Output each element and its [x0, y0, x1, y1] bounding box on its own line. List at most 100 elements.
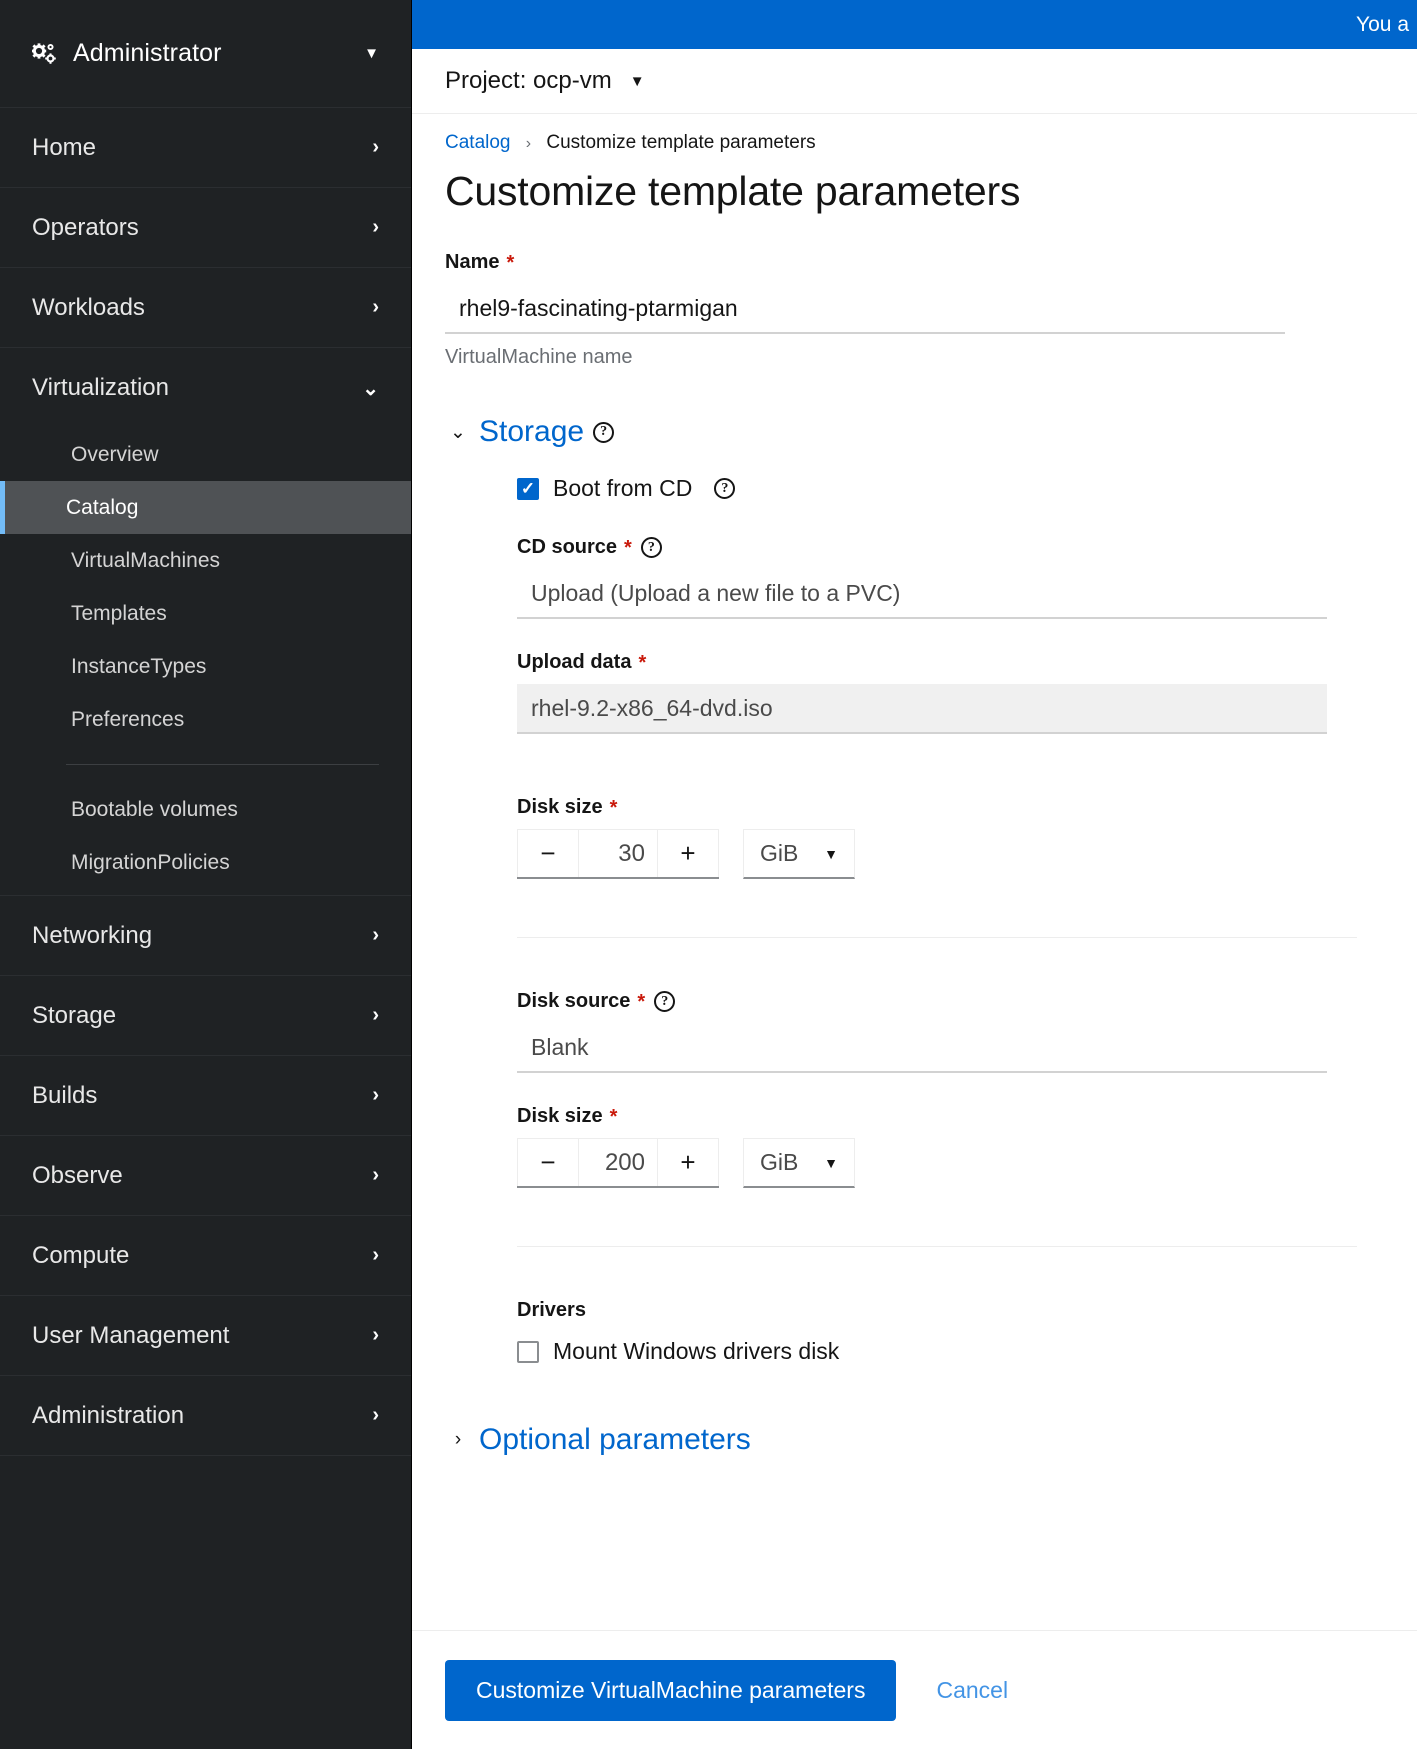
sidebar-item-workloads[interactable]: Workloads ›	[0, 268, 411, 348]
sidebar-item-compute[interactable]: Compute ›	[0, 1216, 411, 1296]
chevron-right-icon: ›	[372, 1404, 379, 1426]
cd-source-select[interactable]: Upload (Upload a new file to a PVC)	[517, 569, 1327, 619]
help-icon[interactable]: ?	[714, 478, 736, 499]
optional-parameters-header[interactable]: › Optional parameters	[445, 1423, 1417, 1457]
disk-size-label-text: Disk size	[517, 1105, 603, 1127]
perspective-switcher[interactable]: Administrator ▼	[0, 0, 411, 108]
chevron-right-icon: ›	[372, 1324, 379, 1346]
chevron-right-icon: ›	[372, 924, 379, 946]
sidebar-item-observe[interactable]: Observe ›	[0, 1136, 411, 1216]
sidebar-item-instancetypes[interactable]: InstanceTypes	[0, 640, 411, 693]
sidebar-item-overview[interactable]: Overview	[0, 428, 411, 481]
storage-section-title[interactable]: Storage	[479, 415, 584, 449]
breadcrumb: Catalog › Customize template parameters	[445, 132, 1417, 154]
name-input[interactable]	[445, 284, 1285, 334]
required-marker: *	[624, 536, 632, 559]
sidebar-item-virtualization[interactable]: Virtualization ⌄	[0, 348, 411, 428]
alert-banner[interactable]: You a	[412, 0, 1417, 49]
upload-data-value[interactable]: rhel-9.2-x86_64-dvd.iso	[517, 684, 1327, 734]
boot-from-cd-checkbox[interactable]	[517, 477, 539, 500]
help-icon[interactable]: ?	[640, 537, 662, 558]
breadcrumb-link-catalog[interactable]: Catalog	[445, 132, 511, 153]
sidebar-item-user-management[interactable]: User Management ›	[0, 1296, 411, 1376]
disk-source-select[interactable]: Blank	[517, 1023, 1327, 1073]
mount-windows-drivers-row[interactable]: Mount Windows drivers disk	[517, 1338, 1417, 1365]
sidebar-item-home[interactable]: Home ›	[0, 108, 411, 188]
sidebar-item-templates[interactable]: Templates	[0, 587, 411, 640]
project-selector[interactable]: Project: ocp-vm ▼	[412, 49, 1417, 114]
sidebar-subitem-label: MigrationPolicies	[71, 850, 230, 874]
sidebar: Administrator ▼ Home › Operators › Workl…	[0, 0, 412, 1749]
disk-size-value[interactable]: 200	[579, 1138, 657, 1186]
boot-from-cd-row[interactable]: Boot from CD ?	[517, 475, 1417, 502]
page-content: Catalog › Customize template parameters …	[412, 114, 1417, 1457]
cd-disk-size-value[interactable]: 30	[579, 829, 657, 877]
cancel-button[interactable]: Cancel	[936, 1677, 1008, 1704]
sidebar-item-migrationpolicies[interactable]: MigrationPolicies	[0, 836, 411, 889]
disk-size-unit-select[interactable]: GiB ▼	[743, 1138, 855, 1188]
breadcrumb-separator: ›	[525, 135, 532, 152]
chevron-right-icon: ›	[372, 136, 379, 158]
cd-disk-size-stepper-row: − 30 + GiB ▼	[517, 829, 1417, 879]
cd-disk-size-stepper: − 30 +	[517, 829, 719, 879]
main-content: You a Project: ocp-vm ▼ Catalog › Custom…	[412, 0, 1417, 1749]
sidebar-item-operators[interactable]: Operators ›	[0, 188, 411, 268]
perspective-label: Administrator	[73, 39, 222, 67]
disk-size-increment-button[interactable]: +	[657, 1138, 719, 1186]
chevron-down-icon[interactable]: ⌄	[445, 421, 471, 444]
disk-size-stepper: − 200 +	[517, 1138, 719, 1188]
disk-size-label: Disk size *	[517, 1105, 1417, 1128]
sidebar-subitem-label: Catalog	[66, 495, 139, 519]
chevron-down-icon: ▼	[364, 45, 379, 62]
upload-data-filename: rhel-9.2-x86_64-dvd.iso	[531, 694, 773, 721]
required-marker: *	[609, 1105, 618, 1128]
storage-divider-1	[517, 937, 1357, 938]
help-icon[interactable]: ?	[654, 991, 676, 1012]
name-label-text: Name	[445, 251, 500, 273]
optional-parameters-title[interactable]: Optional parameters	[479, 1423, 751, 1457]
cd-disk-size-increment-button[interactable]: +	[657, 829, 719, 877]
sidebar-subnav-divider	[66, 764, 379, 765]
cd-disk-size-unit-select[interactable]: GiB ▼	[743, 829, 855, 879]
cd-disk-size-decrement-button[interactable]: −	[517, 829, 579, 877]
chevron-right-icon: ›	[372, 296, 379, 318]
virtualization-subnav: Overview Catalog VirtualMachines Templat…	[0, 428, 411, 895]
customize-virtualmachine-parameters-button[interactable]: Customize VirtualMachine parameters	[445, 1659, 897, 1721]
sidebar-item-virtualmachines[interactable]: VirtualMachines	[0, 534, 411, 587]
storage-section-header[interactable]: ⌄ Storage ?	[445, 415, 1417, 449]
mount-windows-drivers-label: Mount Windows drivers disk	[553, 1338, 840, 1364]
sidebar-item-networking[interactable]: Networking ›	[0, 896, 411, 976]
cd-source-value: Upload (Upload a new file to a PVC)	[531, 579, 901, 606]
cd-disk-size-unit-value: GiB	[760, 840, 799, 866]
upload-data-label: Upload data *	[517, 651, 1417, 674]
app-root: Administrator ▼ Home › Operators › Workl…	[0, 0, 1417, 1749]
project-selector-label: Project: ocp-vm	[445, 67, 612, 94]
sidebar-item-label: Storage	[32, 1001, 117, 1029]
mount-windows-drivers-checkbox[interactable]	[517, 1340, 539, 1363]
disk-size-decrement-button[interactable]: −	[517, 1138, 579, 1186]
chevron-down-icon: ▼	[824, 845, 838, 862]
disk-size-unit-value: GiB	[760, 1149, 799, 1175]
chevron-right-icon: ›	[372, 1084, 379, 1106]
sidebar-item-preferences[interactable]: Preferences	[0, 693, 411, 746]
sidebar-item-builds[interactable]: Builds ›	[0, 1056, 411, 1136]
sidebar-item-label: Operators	[32, 213, 139, 241]
sidebar-item-storage[interactable]: Storage ›	[0, 976, 411, 1056]
required-marker: *	[637, 990, 646, 1013]
sidebar-item-catalog[interactable]: Catalog	[0, 481, 411, 534]
sidebar-item-label: Home	[32, 133, 97, 161]
sidebar-item-administration[interactable]: Administration ›	[0, 1376, 411, 1456]
sidebar-subitem-label: VirtualMachines	[71, 548, 221, 572]
disk-source-label-text: Disk source	[517, 990, 631, 1012]
chevron-right-icon: ›	[372, 1244, 379, 1266]
cd-source-label: CD source * ?	[517, 536, 1417, 559]
chevron-right-icon[interactable]: ›	[445, 1429, 471, 1451]
name-helper-text: VirtualMachine name	[445, 346, 633, 368]
disk-size-stepper-row: − 200 + GiB ▼	[517, 1138, 1417, 1188]
sidebar-item-bootable-volumes[interactable]: Bootable volumes	[0, 783, 411, 836]
upload-data-label-text: Upload data	[517, 651, 632, 673]
chevron-down-icon: ▼	[629, 72, 645, 90]
help-icon[interactable]: ?	[593, 421, 615, 443]
page-title: Customize template parameters	[445, 168, 1021, 214]
chevron-right-icon: ›	[372, 1164, 379, 1186]
